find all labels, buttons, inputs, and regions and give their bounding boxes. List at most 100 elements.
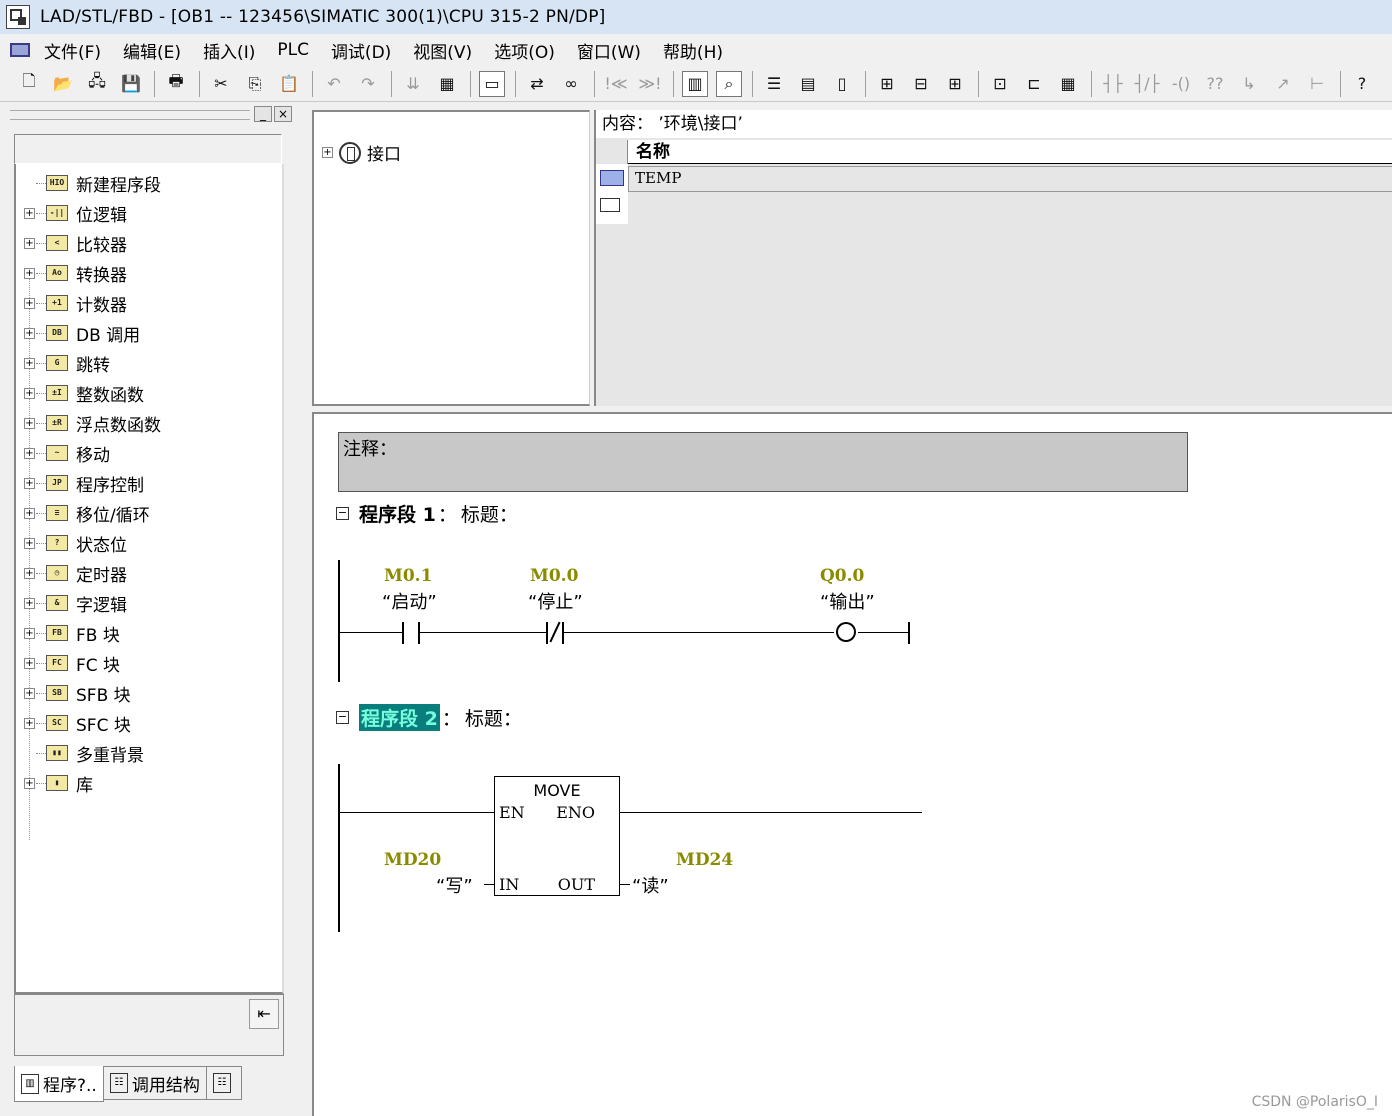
redo-icon[interactable]: ↷	[355, 71, 381, 97]
open-folder-icon[interactable]: 📂	[50, 71, 76, 97]
nc-contact-icon[interactable]: ┤/├	[1134, 71, 1160, 97]
tree-item[interactable]: + SC SFC 块	[16, 708, 276, 738]
panel-grip[interactable]	[10, 110, 250, 120]
tree-item[interactable]: +? 状态位	[16, 528, 276, 558]
collapse-icon[interactable]: ⇤	[249, 999, 279, 1029]
table-row[interactable]: TEMP	[596, 166, 1392, 192]
coil-icon[interactable]: -()	[1168, 71, 1194, 97]
app-icon[interactable]	[6, 5, 30, 29]
tree-item[interactable]: + SB SFB 块	[16, 678, 276, 708]
box-icon[interactable]: ⊡	[987, 71, 1013, 97]
copy-icon[interactable]: ⎘	[242, 71, 268, 97]
previous-error-icon[interactable]: !≪	[603, 71, 629, 97]
close-branch-icon[interactable]: ↗	[1270, 71, 1296, 97]
tree-item[interactable]: + ±I 整数函数	[16, 378, 276, 408]
network-icon[interactable]: 🖧	[84, 71, 110, 97]
menu-file[interactable]: 文件(F)	[44, 38, 101, 63]
tree-item[interactable]: + & 字逻辑	[16, 588, 276, 618]
horizontal-split-icon[interactable]: ▤	[795, 71, 821, 97]
expand-icon[interactable]: +	[24, 627, 35, 639]
coil-address[interactable]: Q0.0	[820, 566, 864, 586]
contact-no-right[interactable]	[418, 622, 420, 644]
close-panel-button[interactable]: ×	[274, 106, 292, 122]
print-icon[interactable]: 🖶	[163, 71, 189, 97]
vertical-split-icon[interactable]: ▯	[829, 71, 855, 97]
network-1-header[interactable]: − 程序段 1 ： 标题：	[336, 500, 518, 527]
catalog-icon[interactable]: ☰	[761, 71, 787, 97]
insert-contact-icon[interactable]: ⊟	[908, 71, 934, 97]
document-window-icon[interactable]	[10, 43, 30, 57]
contact-1-address[interactable]: M0.1	[384, 566, 432, 586]
menu-help[interactable]: 帮助(H)	[663, 38, 723, 63]
tree-item[interactable]: ▮▮ 多重背景	[16, 738, 276, 768]
collapse-network-icon[interactable]: −	[336, 711, 349, 724]
window-icon[interactable]: ▭	[479, 70, 505, 97]
expand-icon[interactable]: +	[24, 537, 35, 549]
tab-call-structure[interactable]: ☷ 调用结构	[102, 1066, 207, 1100]
no-contact-icon[interactable]: ┤├	[1100, 71, 1126, 97]
empty-box-icon[interactable]: ??	[1202, 71, 1228, 97]
panel-search-field[interactable]	[14, 134, 282, 164]
save-icon[interactable]: 💾	[118, 71, 144, 97]
expand-icon[interactable]: +	[24, 477, 35, 489]
new-row-icon[interactable]	[600, 198, 620, 212]
context-help-icon[interactable]: ?	[1349, 71, 1375, 97]
open-branch-icon[interactable]: ↳	[1236, 71, 1262, 97]
tree-item[interactable]: HIO 新建程序段	[16, 168, 276, 198]
expand-icon[interactable]: +	[24, 687, 35, 699]
expand-icon[interactable]: +	[24, 657, 35, 669]
zoom-icon[interactable]: ⌕	[716, 70, 742, 97]
contact-2-address[interactable]: M0.0	[530, 566, 578, 586]
expand-icon[interactable]: +	[24, 777, 35, 789]
expand-icon[interactable]: +	[24, 357, 35, 369]
menu-edit[interactable]: 编辑(E)	[123, 38, 181, 63]
tree-item[interactable]: + ▮ 库	[16, 768, 276, 798]
expand-icon[interactable]: +	[24, 717, 35, 729]
interface-root[interactable]: + 接口	[322, 140, 401, 165]
tree-item[interactable]: + JP 程序控制	[16, 468, 276, 498]
expand-icon[interactable]: +	[24, 387, 35, 399]
expand-icon[interactable]: +	[24, 207, 35, 219]
download-icon[interactable]: ⇊	[400, 71, 426, 97]
tree-item[interactable]: + DB DB 调用	[16, 318, 276, 348]
tree-item[interactable]: + < 比较器	[16, 228, 276, 258]
expand-icon[interactable]: +	[24, 237, 35, 249]
glasses-icon[interactable]: ∞	[558, 71, 584, 97]
minimize-panel-button[interactable]: _	[254, 106, 272, 122]
connection-icon[interactable]: ⊢	[1304, 71, 1330, 97]
block-comment[interactable]: 注释：	[338, 432, 1188, 492]
cut-icon[interactable]: ✂	[208, 71, 234, 97]
tree-item[interactable]: + ≡ 移位/循环	[16, 498, 276, 528]
tree-item[interactable]: + ◷ 定时器	[16, 558, 276, 588]
move-box[interactable]: MOVE EN ENO IN OUT	[494, 776, 620, 896]
menu-window[interactable]: 窗口(W)	[577, 38, 641, 63]
table-cell-name[interactable]: TEMP	[628, 166, 1392, 192]
expand-icon[interactable]: +	[24, 297, 35, 309]
expand-icon[interactable]: +	[24, 447, 35, 459]
overview-icon[interactable]: ▥	[682, 70, 708, 97]
tree-item[interactable]: + ~ 移动	[16, 438, 276, 468]
move-in-address[interactable]: MD20	[384, 850, 441, 870]
expand-icon[interactable]: +	[24, 267, 35, 279]
box3-icon[interactable]: ▦	[1055, 71, 1081, 97]
expand-icon[interactable]: +	[24, 597, 35, 609]
menu-options[interactable]: 选项(O)	[494, 38, 555, 63]
coil-right[interactable]	[846, 622, 856, 642]
undo-icon[interactable]: ↶	[321, 71, 347, 97]
menu-debug[interactable]: 调试(D)	[331, 38, 391, 63]
monitor-icon[interactable]: ▦	[434, 71, 460, 97]
expand-icon[interactable]: +	[24, 417, 35, 429]
contact-nc-right[interactable]	[562, 622, 564, 644]
contact-nc-left[interactable]	[546, 622, 548, 644]
expand-icon[interactable]: +	[322, 147, 333, 158]
paste-icon[interactable]: 📋	[276, 71, 302, 97]
menu-view[interactable]: 视图(V)	[413, 38, 472, 63]
tree-item[interactable]: + FB FB 块	[16, 618, 276, 648]
move-out-address[interactable]: MD24	[676, 850, 733, 870]
tree-item[interactable]: + Ao 转换器	[16, 258, 276, 288]
new-file-icon[interactable]: 🗋	[16, 71, 42, 97]
coil-left[interactable]	[836, 622, 846, 642]
tree-item[interactable]: + G 跳转	[16, 348, 276, 378]
box2-icon[interactable]: ⊏	[1021, 71, 1047, 97]
menu-insert[interactable]: 插入(I)	[203, 38, 255, 63]
